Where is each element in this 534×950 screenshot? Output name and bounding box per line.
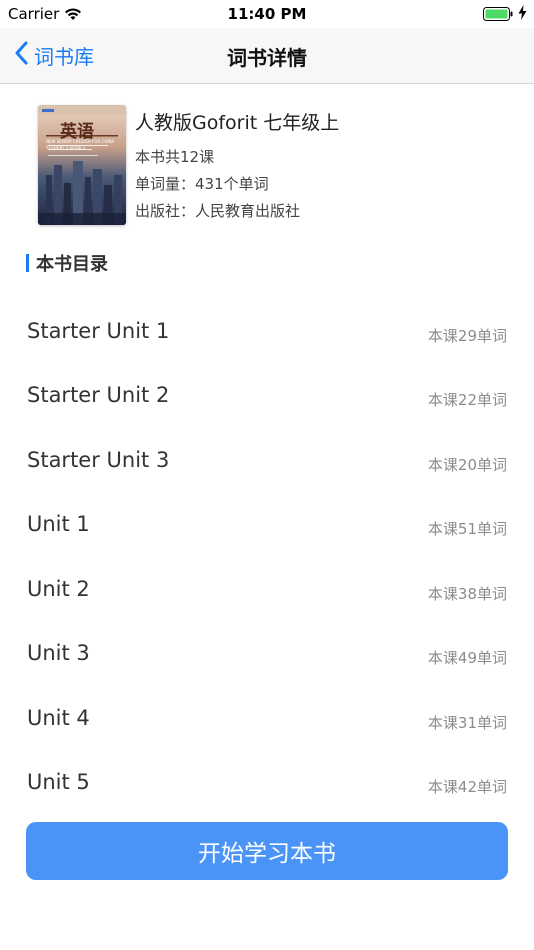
unit-name: Unit 2 <box>27 577 90 601</box>
unit-word-count: 本课49单词 <box>427 649 507 667</box>
unit-word-count: 本课51单词 <box>427 520 507 538</box>
unit-name: Starter Unit 1 <box>27 319 170 343</box>
book-publisher: 出版社：人民教育出版社 <box>135 202 301 220</box>
book-lessons: 本书共12课 <box>135 148 215 166</box>
section-header: 本书目录 <box>26 252 108 275</box>
charging-icon <box>518 5 527 24</box>
cover-subtitle-2-text: STUDENT'S BOOK 1 <box>46 145 86 150</box>
unit-row[interactable]: Unit 5 本课42单词 <box>0 755 534 819</box>
navigation-bar: 词书库 词书详情 <box>0 28 534 84</box>
cover-subtitle-text: NEW SENIOR ENGLISH FOR CHINA <box>46 139 115 144</box>
page-title: 词书详情 <box>227 46 307 70</box>
unit-row[interactable]: Unit 1 本课51单词 <box>0 497 534 561</box>
book-word-count: 单词量：431个单词 <box>135 175 269 193</box>
unit-row[interactable]: Starter Unit 2 本课22单词 <box>0 368 534 432</box>
unit-name: Starter Unit 3 <box>27 448 170 472</box>
unit-row[interactable]: Unit 4 本课31单词 <box>0 691 534 755</box>
battery-icon <box>483 6 513 21</box>
unit-word-count: 本课22单词 <box>427 391 507 409</box>
unit-row[interactable]: Starter Unit 1 本课29单词 <box>0 304 534 368</box>
unit-name: Unit 5 <box>27 770 90 794</box>
book-cover-image: 英语 NEW SENIOR ENGLISH FOR CHINA STUDENT'… <box>38 105 126 225</box>
unit-word-count: 本课29单词 <box>427 327 507 345</box>
book-title: 人教版Goforit 七年级上 <box>135 112 340 134</box>
unit-row[interactable]: Starter Unit 3 本课20单词 <box>0 433 534 497</box>
unit-name: Starter Unit 2 <box>27 383 170 407</box>
unit-word-count: 本课31单词 <box>427 714 507 732</box>
start-learning-button[interactable]: 开始学习本书 <box>26 822 508 880</box>
section-title: 本书目录 <box>36 254 108 275</box>
unit-name: Unit 4 <box>27 706 90 730</box>
unit-row[interactable]: Unit 3 本课49单词 <box>0 626 534 690</box>
unit-name: Unit 3 <box>27 641 90 665</box>
unit-word-count: 本课38单词 <box>427 585 507 603</box>
unit-word-count: 本课42单词 <box>427 778 507 796</box>
unit-word-count: 本课20单词 <box>427 456 507 474</box>
unit-name: Unit 1 <box>27 512 90 536</box>
status-bar: Carrier 11:40 PM <box>0 0 534 28</box>
status-time: 11:40 PM <box>227 5 307 23</box>
section-accent-bar <box>26 254 29 272</box>
unit-row[interactable]: Unit 2 本课38单词 <box>0 562 534 626</box>
